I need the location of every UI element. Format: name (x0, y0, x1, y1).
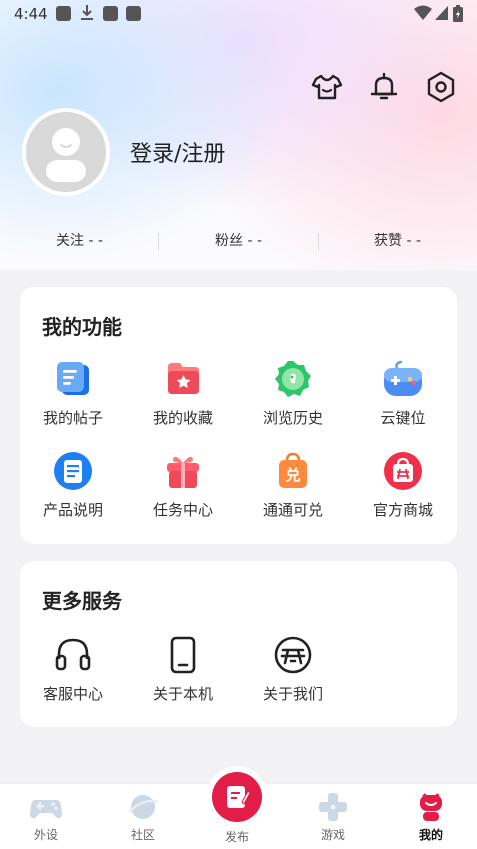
tab-label: 游戏 (320, 828, 345, 842)
service-label: 关于我们 (262, 685, 323, 703)
functions-card: 我的功能 我的帖子 我的收藏 浏览历史 云键位 产品说明 任务中心 兑 通通可兑… (20, 287, 457, 544)
stat-followers[interactable]: 粉丝 - - (159, 227, 318, 255)
services-title: 更多服务 (42, 589, 122, 613)
bell-icon[interactable] (367, 70, 401, 104)
wifi-icon (414, 5, 432, 20)
stat-value: - - (88, 233, 103, 249)
login-register-link[interactable]: 登录/注册 (130, 136, 225, 168)
avatar[interactable] (22, 108, 110, 196)
service-customer-center[interactable]: 客服中心 (18, 635, 128, 704)
tab-label: 我的 (418, 828, 443, 842)
stat-value: - - (247, 233, 262, 249)
outfit-shirt-icon[interactable] (310, 70, 344, 104)
store-icon (384, 452, 422, 490)
headset-icon (55, 638, 91, 671)
stat-following[interactable]: 关注 - - (0, 227, 159, 255)
manual-icon (54, 452, 92, 490)
tab-label: 外设 (33, 828, 58, 842)
status-bar: 4:44 (0, 0, 477, 28)
tab-games[interactable]: 游戏 (293, 792, 373, 843)
redeem-icon: 兑 (279, 452, 307, 488)
function-official-store[interactable]: 官方商城 (348, 451, 458, 520)
tab-mine[interactable]: 我的 (391, 792, 471, 843)
function-label: 浏览历史 (262, 409, 323, 427)
function-label: 云键位 (380, 409, 426, 427)
notification-icon (56, 6, 71, 21)
notification-icon-2 (126, 6, 141, 21)
function-task-center[interactable]: 任务中心 (128, 451, 238, 520)
download-icon (81, 5, 93, 20)
publish-label: 发布 (224, 830, 249, 844)
function-label: 我的收藏 (152, 409, 213, 427)
dpad-icon (319, 793, 347, 821)
function-label: 任务中心 (152, 501, 213, 519)
function-my-favorites[interactable]: 我的收藏 (128, 359, 238, 428)
app-notification-icon (103, 6, 118, 21)
profile-icon (420, 793, 442, 821)
function-product-manual[interactable]: 产品说明 (18, 451, 128, 520)
service-label: 客服中心 (42, 685, 103, 703)
function-label: 产品说明 (42, 501, 103, 519)
services-card: 更多服务 客服中心 关于本机 关于我们 (20, 561, 457, 727)
cloud-keymap-icon (384, 360, 422, 396)
stat-label: 获赞 (373, 233, 402, 249)
tab-label: 社区 (130, 828, 155, 842)
profile-stats: 关注 - - 粉丝 - - 获赞 - - (0, 227, 477, 255)
gamepad-icon (30, 800, 62, 819)
publish-icon (227, 786, 251, 808)
task-gift-icon (167, 456, 199, 488)
tab-peripherals[interactable]: 外设 (6, 792, 86, 843)
function-label: 我的帖子 (42, 409, 103, 427)
function-label: 通通可兑 (262, 501, 323, 519)
battery-icon (453, 5, 463, 22)
brand-logo-icon (274, 636, 312, 674)
signal-icon (435, 6, 448, 20)
publish-button[interactable] (206, 766, 268, 828)
function-cloud-keymap[interactable]: 云键位 (348, 359, 458, 428)
publish-circle (212, 772, 262, 822)
favorites-icon (168, 363, 199, 394)
stat-label: 关注 (55, 233, 84, 249)
function-redeem[interactable]: 兑 通通可兑 (238, 451, 348, 520)
service-about-device[interactable]: 关于本机 (128, 635, 238, 704)
service-label: 关于本机 (152, 685, 213, 703)
stat-likes[interactable]: 获赞 - - (318, 227, 477, 255)
svg-text:兑: 兑 (285, 466, 300, 484)
tab-community[interactable]: 社区 (103, 792, 183, 843)
stat-label: 粉丝 (214, 233, 243, 249)
functions-title: 我的功能 (42, 315, 122, 339)
history-icon (275, 361, 311, 397)
posts-icon (57, 362, 89, 395)
function-label: 官方商城 (372, 501, 433, 519)
stat-value: - - (406, 233, 421, 249)
phone-icon (170, 636, 196, 674)
status-time: 4:44 (14, 5, 48, 23)
function-history[interactable]: 浏览历史 (238, 359, 348, 428)
planet-icon (128, 795, 158, 819)
settings-icon[interactable] (424, 70, 458, 104)
service-about-us[interactable]: 关于我们 (238, 635, 348, 704)
function-my-posts[interactable]: 我的帖子 (18, 359, 128, 428)
avatar-placeholder-icon (46, 128, 86, 182)
